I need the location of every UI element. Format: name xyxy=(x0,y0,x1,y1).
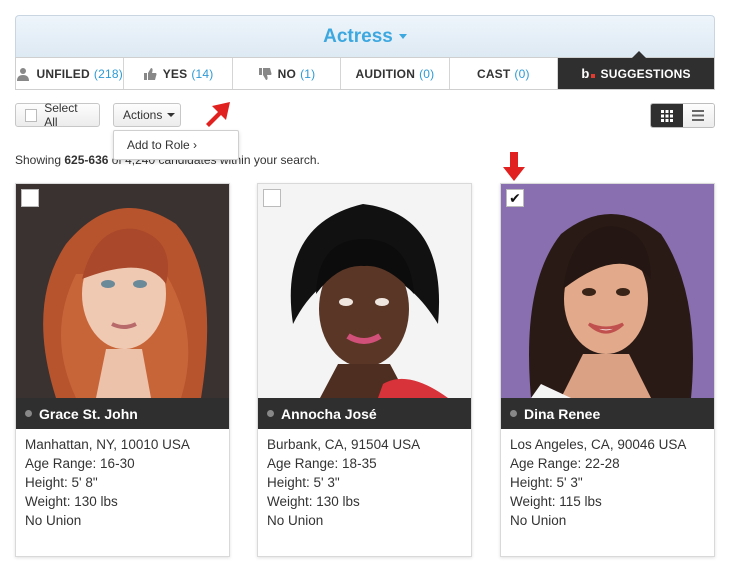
tab-label: AUDITION xyxy=(355,66,416,81)
candidate-name[interactable]: Annocha José xyxy=(281,406,377,422)
candidate-checkbox[interactable] xyxy=(21,189,39,207)
candidate-weight: Weight: 130 lbs xyxy=(25,494,118,509)
candidate-age-range: Age Range: 16-30 xyxy=(25,456,135,471)
select-all-checkbox[interactable] xyxy=(25,108,38,122)
tab-count: (218) xyxy=(93,66,123,81)
candidate-details: Los Angeles, CA, 90046 USA Age Range: 22… xyxy=(510,435,686,530)
grid-icon xyxy=(660,109,673,122)
candidate-age-range: Age Range: 22-28 xyxy=(510,456,620,471)
status-tabs: UNFILED (218) YES (14) NO (1) AUDITION (… xyxy=(15,51,715,90)
candidate-checkbox[interactable] xyxy=(263,189,281,207)
candidate-photo[interactable] xyxy=(258,184,471,398)
tab-count: (1) xyxy=(300,66,316,81)
actions-dropdown-menu: Add to Role › xyxy=(113,130,239,160)
candidate-height: Height: 5' 3" xyxy=(510,475,583,490)
status-dot-icon xyxy=(510,410,517,417)
tab-label: UNFILED xyxy=(36,66,90,81)
tab-unfiled[interactable]: UNFILED (218) xyxy=(16,58,125,89)
results-range: 625-636 xyxy=(64,153,109,167)
check-icon: ✔ xyxy=(509,189,521,206)
candidate-union: No Union xyxy=(510,513,567,528)
candidate-name[interactable]: Dina Renee xyxy=(524,406,600,422)
candidate-location: Burbank, CA, 91504 USA xyxy=(267,437,421,452)
candidate-weight: Weight: 115 lbs xyxy=(510,494,602,509)
thumbs-down-icon xyxy=(258,67,272,80)
tab-yes[interactable]: YES (14) xyxy=(124,58,233,89)
candidate-name-bar[interactable]: Grace St. John xyxy=(16,398,229,429)
annotation-arrow-icon xyxy=(206,102,230,127)
candidate-union: No Union xyxy=(267,513,324,528)
candidate-card[interactable]: Annocha José Burbank, CA, 91504 USA Age … xyxy=(257,183,472,557)
role-title[interactable]: Actress xyxy=(323,26,393,48)
tab-count: (0) xyxy=(419,66,435,81)
tab-no[interactable]: NO (1) xyxy=(233,58,342,89)
tab-count: (0) xyxy=(514,66,530,81)
candidate-name-bar[interactable]: Annocha José xyxy=(258,398,471,429)
list-icon xyxy=(692,110,705,121)
candidate-name-bar[interactable]: Dina Renee xyxy=(501,398,714,429)
status-dot-icon xyxy=(267,410,274,417)
tab-label: YES xyxy=(162,66,188,81)
menu-item-add-to-role[interactable]: Add to Role › xyxy=(127,138,197,152)
tab-cast[interactable]: CAST (0) xyxy=(450,58,559,89)
role-selector[interactable]: Actress xyxy=(15,15,715,57)
list-view-button[interactable] xyxy=(682,104,714,127)
candidate-name[interactable]: Grace St. John xyxy=(39,406,138,422)
candidate-card[interactable]: ✔ Dina Renee Los Angeles, CA, 90046 USA … xyxy=(500,183,715,557)
candidate-weight: Weight: 130 lbs xyxy=(267,494,360,509)
annotation-arrow-icon xyxy=(503,152,525,181)
candidate-photo[interactable] xyxy=(501,184,714,398)
thumbs-up-icon xyxy=(143,67,157,80)
candidate-details: Manhattan, NY, 10010 USA Age Range: 16-3… xyxy=(25,435,190,530)
candidate-height: Height: 5' 8" xyxy=(25,475,98,490)
candidate-details: Burbank, CA, 91504 USA Age Range: 18-35 … xyxy=(267,435,420,530)
status-dot-icon xyxy=(25,410,32,417)
chevron-down-icon xyxy=(398,34,407,39)
tab-count: (14) xyxy=(191,66,214,81)
tab-suggestions[interactable]: b SUGGESTIONS xyxy=(558,51,715,89)
person-icon xyxy=(17,67,30,81)
chevron-down-icon xyxy=(167,113,176,117)
actions-button[interactable]: Actions xyxy=(113,103,181,127)
candidate-union: No Union xyxy=(25,513,82,528)
candidate-age-range: Age Range: 18-35 xyxy=(267,456,377,471)
candidate-card[interactable]: Grace St. John Manhattan, NY, 10010 USA … xyxy=(15,183,230,557)
select-all-button[interactable]: Select All xyxy=(15,101,100,129)
actions-label: Actions xyxy=(123,108,163,122)
tab-label: SUGGESTIONS xyxy=(600,66,691,81)
select-all-label: Select All xyxy=(44,101,78,129)
candidate-location: Manhattan, NY, 10010 USA xyxy=(25,437,190,452)
candidate-checkbox[interactable]: ✔ xyxy=(506,189,524,207)
candidate-height: Height: 5' 3" xyxy=(267,475,340,490)
tab-label: CAST xyxy=(476,66,511,81)
candidate-location: Los Angeles, CA, 90046 USA xyxy=(510,437,687,452)
tab-label: NO xyxy=(277,66,297,81)
brand-logo-icon: b xyxy=(581,66,595,81)
view-toggle xyxy=(650,103,715,128)
candidate-photo[interactable] xyxy=(16,184,229,398)
tab-audition[interactable]: AUDITION (0) xyxy=(341,58,450,89)
grid-view-button[interactable] xyxy=(651,104,683,127)
